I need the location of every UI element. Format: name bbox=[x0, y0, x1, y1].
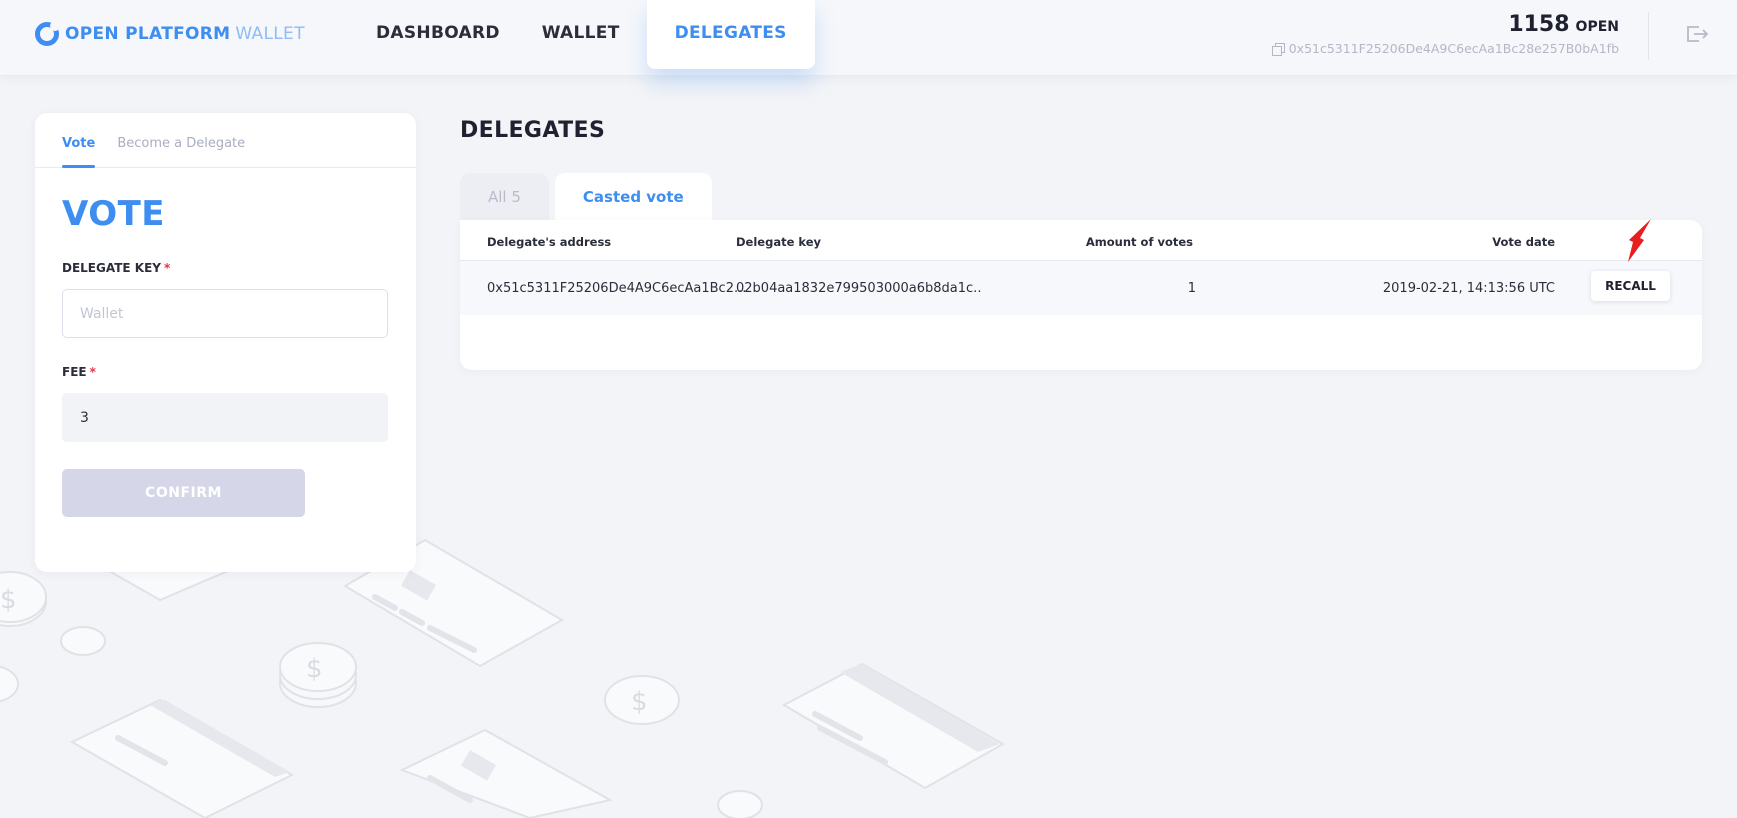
cell-address: 0x51c5311F25206De4A9C6ecAa1Bc2... bbox=[487, 281, 747, 296]
delegates-table: Delegate's address Delegate key Amount o… bbox=[460, 220, 1702, 370]
tab-become-delegate[interactable]: Become a Delegate bbox=[117, 136, 245, 167]
logo-icon bbox=[35, 21, 60, 46]
red-arrow-icon bbox=[1628, 219, 1651, 262]
svg-text:$: $ bbox=[631, 687, 648, 717]
delegates-tabs: All 5 Casted vote bbox=[460, 173, 718, 221]
nav-dashboard[interactable]: DASHBOARD bbox=[355, 0, 521, 69]
cell-key: 02b04aa1832e799503000a6b8da1c.. bbox=[736, 281, 982, 296]
delegate-key-input[interactable] bbox=[62, 289, 388, 338]
col-header-address: Delegate's address bbox=[487, 235, 612, 249]
logo-text-light: WALLET bbox=[235, 24, 305, 44]
required-mark: * bbox=[163, 261, 171, 275]
wallet-address[interactable]: 0x51c5311F25206De4A9C6ecAa1Bc28e257B0bA1… bbox=[1289, 41, 1619, 56]
col-header-date: Vote date bbox=[1492, 235, 1555, 249]
top-header: OPEN PLATFORM WALLET DASHBOARD WALLET DE… bbox=[0, 0, 1737, 76]
logout-icon[interactable] bbox=[1685, 24, 1709, 44]
cell-date: 2019-02-21, 14:13:56 UTC bbox=[1382, 281, 1555, 296]
account-balance: 1158 OPEN 0x51c5311F25206De4A9C6ecAa1Bc2… bbox=[1271, 12, 1619, 56]
balance-amount: 1158 bbox=[1508, 12, 1570, 37]
col-header-key: Delegate key bbox=[736, 235, 822, 249]
tab-casted-vote[interactable]: Casted vote bbox=[554, 173, 712, 221]
required-mark: * bbox=[89, 365, 96, 379]
table-row: 0x51c5311F25206De4A9C6ecAa1Bc2... 02b04a… bbox=[460, 261, 1702, 315]
logo-text-strong: OPEN PLATFORM bbox=[65, 24, 231, 44]
nav-wallet[interactable]: WALLET bbox=[521, 0, 641, 69]
nav-delegates[interactable]: DELEGATES bbox=[646, 0, 815, 69]
vote-panel: Vote Become a Delegate VOTE DELEGATE KEY… bbox=[35, 113, 416, 572]
balance-currency: OPEN bbox=[1575, 19, 1619, 35]
main-nav: DASHBOARD WALLET DELEGATES bbox=[355, 0, 815, 76]
svg-text:$: $ bbox=[0, 585, 17, 615]
fee-input[interactable] bbox=[62, 393, 388, 442]
page-title: DELEGATES bbox=[460, 118, 606, 143]
fee-label: FEE * bbox=[62, 365, 96, 379]
header-divider bbox=[1648, 12, 1649, 60]
confirm-button[interactable]: CONFIRM bbox=[62, 469, 305, 517]
tab-all[interactable]: All 5 bbox=[460, 173, 549, 221]
tab-vote[interactable]: Vote bbox=[62, 136, 96, 168]
delegate-key-label: DELEGATE KEY * bbox=[62, 261, 171, 275]
cell-votes: 1 bbox=[1187, 281, 1196, 296]
col-header-votes: Amount of votes bbox=[1085, 235, 1193, 249]
vote-title: VOTE bbox=[62, 194, 166, 234]
app-logo[interactable]: OPEN PLATFORM WALLET bbox=[35, 21, 305, 46]
svg-text:$: $ bbox=[306, 654, 323, 684]
copy-icon[interactable] bbox=[1271, 42, 1285, 56]
recall-button[interactable]: RECALL bbox=[1591, 271, 1670, 301]
panel-tabs: Vote Become a Delegate bbox=[35, 113, 416, 168]
